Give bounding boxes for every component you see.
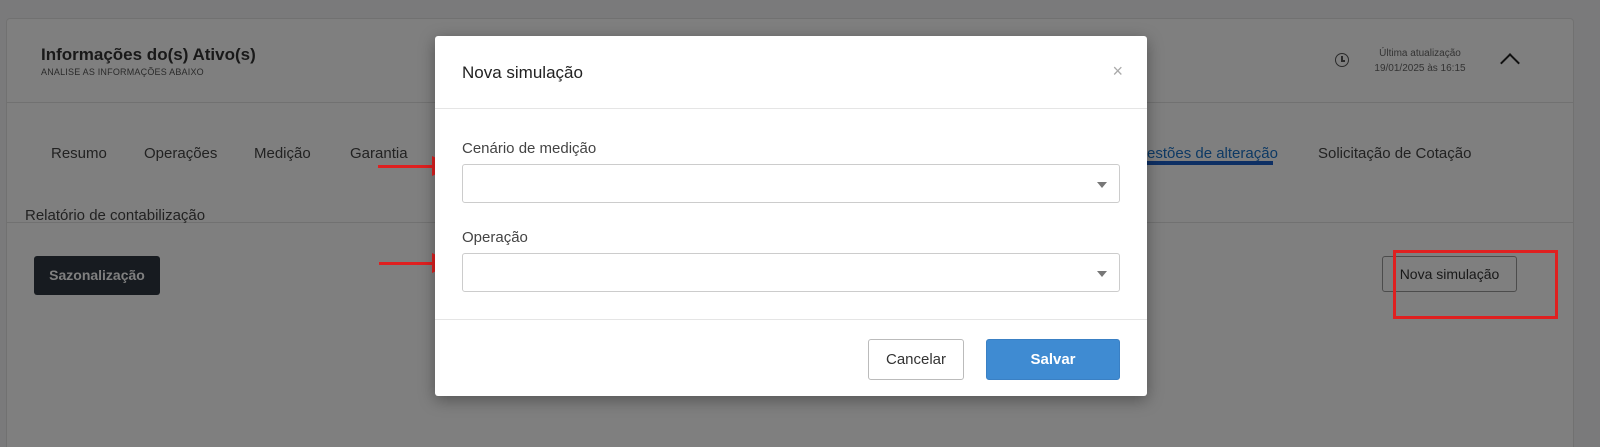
caret-down-icon: [1097, 271, 1107, 277]
annotation-highlight-box: [1393, 250, 1558, 319]
caret-down-icon: [1097, 182, 1107, 188]
close-icon[interactable]: ×: [1112, 62, 1123, 80]
annotation-arrow-icon: [378, 156, 454, 176]
modal-title: Nova simulação: [462, 63, 583, 82]
operacao-select[interactable]: [462, 253, 1120, 292]
nova-simulacao-modal: Nova simulação × Cenário de medição Oper…: [435, 36, 1147, 396]
modal-header: Nova simulação ×: [435, 36, 1147, 109]
cenario-de-medicao-select[interactable]: [462, 164, 1120, 203]
save-button[interactable]: Salvar: [986, 339, 1120, 380]
modal-footer-divider: [435, 319, 1147, 320]
cancel-button[interactable]: Cancelar: [868, 339, 964, 380]
operacao-label: Operação: [462, 229, 528, 246]
annotation-arrow-icon: [379, 253, 454, 273]
cenario-de-medicao-label: Cenário de medição: [462, 140, 597, 157]
